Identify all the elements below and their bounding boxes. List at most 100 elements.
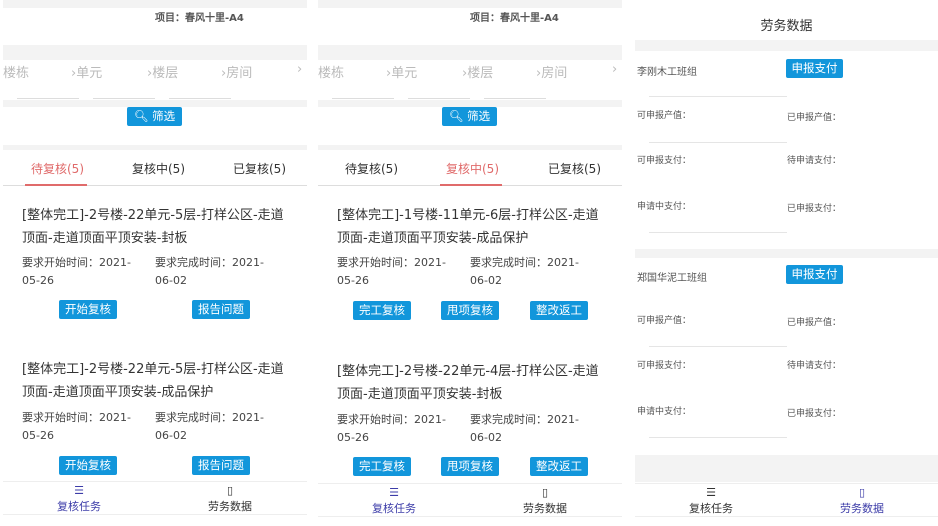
nav-review-tasks[interactable]: ☰ 复核任务 bbox=[29, 484, 129, 514]
end-time: 要求完成时间：2021-06-02 bbox=[155, 409, 280, 445]
crumb-room[interactable]: ›房间 bbox=[221, 62, 252, 81]
end-label: 要求完成时间： bbox=[470, 256, 547, 269]
divider bbox=[649, 437, 787, 438]
completion-review-button[interactable]: 完工复核 bbox=[353, 301, 411, 320]
crumb-floor-label: 楼层 bbox=[467, 66, 494, 81]
completion-review-button[interactable]: 完工复核 bbox=[353, 457, 411, 476]
select-underline bbox=[484, 98, 546, 99]
nav-labor-data[interactable]: ▯ 劳务数据 bbox=[495, 486, 595, 516]
crumb-floor[interactable]: ›楼层 bbox=[462, 62, 493, 81]
crumb-unit[interactable]: ›单元 bbox=[71, 62, 102, 81]
tab-bar: 待复核(5) 复核中(5) 已复核(5) bbox=[3, 150, 307, 186]
screen-labor-data: 劳务数据 李刚木工班组 申报支付 可申报产值： 已申报产值： 可申报支付： 待申… bbox=[635, 0, 938, 526]
project-label: 项目：春风十里-A4 bbox=[470, 13, 559, 24]
crumb-unit[interactable]: ›单元 bbox=[386, 62, 417, 81]
divider bbox=[635, 40, 938, 51]
active-tab-indicator bbox=[440, 184, 502, 186]
report-payment-button[interactable]: 申报支付 bbox=[786, 59, 843, 78]
nav-labor-data[interactable]: ▯ 劳务数据 bbox=[180, 484, 280, 514]
nav-label: 劳务数据 bbox=[840, 502, 884, 515]
select-underline bbox=[17, 98, 79, 99]
tab-in-review[interactable]: 复核中(5) bbox=[132, 160, 185, 177]
divider bbox=[318, 45, 622, 60]
start-review-button[interactable]: 开始复核 bbox=[59, 300, 117, 319]
report-issue-button[interactable]: 报告问题 bbox=[192, 300, 250, 319]
divider bbox=[649, 142, 787, 143]
report-payment-button[interactable]: 申报支付 bbox=[786, 265, 843, 284]
applying-payment-label: 申请中支付： bbox=[637, 407, 692, 417]
crumb-room-label: 房间 bbox=[226, 66, 253, 81]
start-time: 要求开始时间：2021-05-26 bbox=[337, 411, 462, 447]
end-label: 要求完成时间： bbox=[470, 413, 547, 426]
reportable-payment-label: 可申报支付： bbox=[637, 361, 692, 371]
crumb-unit-label: 单元 bbox=[391, 66, 418, 81]
team-name: 李刚木工班组 bbox=[637, 67, 697, 78]
end-time: 要求完成时间：2021-06-02 bbox=[470, 411, 595, 447]
list-icon: ☰ bbox=[389, 486, 399, 499]
start-time: 要求开始时间：2021-05-26 bbox=[22, 409, 147, 445]
filter-label: 筛选 bbox=[152, 109, 176, 123]
report-issue-button[interactable]: 报告问题 bbox=[192, 456, 250, 475]
pending-payment-label: 待申请支付： bbox=[787, 156, 842, 166]
select-underline bbox=[332, 98, 394, 99]
rework-button[interactable]: 整改返工 bbox=[530, 457, 588, 476]
start-label: 要求开始时间： bbox=[22, 411, 99, 424]
divider bbox=[649, 96, 787, 97]
chevron-right-icon: › bbox=[612, 62, 618, 77]
nav-review-tasks[interactable]: ☰ 复核任务 bbox=[661, 486, 761, 516]
divider bbox=[635, 455, 938, 482]
breadcrumb: 楼栋 ›单元 ›楼层 ›房间 › bbox=[3, 62, 307, 81]
crumb-building[interactable]: 楼栋 bbox=[3, 62, 29, 81]
divider bbox=[649, 232, 787, 233]
rework-button[interactable]: 整改返工 bbox=[530, 301, 588, 320]
crumb-room-label: 房间 bbox=[541, 66, 568, 81]
bottom-nav: ☰ 复核任务 ▯ 劳务数据 bbox=[635, 483, 938, 517]
crumb-floor[interactable]: ›楼层 bbox=[147, 62, 178, 81]
select-underline bbox=[169, 98, 231, 99]
divider bbox=[318, 100, 622, 107]
document-icon: ▯ bbox=[226, 484, 234, 497]
select-underline bbox=[408, 98, 470, 99]
tab-in-review[interactable]: 复核中(5) bbox=[446, 160, 499, 177]
search-icon: 🔍︎ bbox=[133, 109, 153, 123]
tab-bar: 待复核(5) 复核中(5) 已复核(5) bbox=[318, 150, 622, 186]
skip-item-review-button[interactable]: 甩项复核 bbox=[441, 457, 499, 476]
tab-reviewed[interactable]: 已复核(5) bbox=[233, 160, 286, 177]
chevron-right-icon: › bbox=[297, 62, 303, 77]
tab-pending[interactable]: 待复核(5) bbox=[31, 160, 84, 177]
page-title: 劳务数据 bbox=[760, 19, 813, 34]
tab-pending[interactable]: 待复核(5) bbox=[345, 160, 398, 177]
document-icon: ▯ bbox=[858, 486, 866, 499]
breadcrumb: 楼栋 ›单元 ›楼层 ›房间 › bbox=[318, 62, 622, 81]
nav-review-tasks[interactable]: ☰ 复核任务 bbox=[344, 486, 444, 516]
crumb-room[interactable]: ›房间 bbox=[536, 62, 567, 81]
reportable-payment-label: 可申报支付： bbox=[637, 156, 692, 166]
start-review-button[interactable]: 开始复核 bbox=[59, 456, 117, 475]
applying-payment-label: 申请中支付： bbox=[637, 202, 692, 212]
tab-reviewed[interactable]: 已复核(5) bbox=[548, 160, 601, 177]
divider bbox=[3, 0, 307, 8]
end-label: 要求完成时间： bbox=[155, 256, 232, 269]
divider bbox=[649, 346, 787, 347]
end-time: 要求完成时间：2021-06-02 bbox=[155, 254, 280, 290]
crumb-building[interactable]: 楼栋 bbox=[318, 62, 344, 81]
skip-item-review-button[interactable]: 甩项复核 bbox=[441, 301, 499, 320]
divider bbox=[3, 100, 307, 107]
nav-labor-data[interactable]: ▯ 劳务数据 bbox=[812, 486, 912, 516]
nav-label: 复核任务 bbox=[372, 502, 416, 515]
start-label: 要求开始时间： bbox=[22, 256, 99, 269]
screen-review-pending: 项目：春风十里-A4 楼栋 ›单元 ›楼层 ›房间 › 🔍︎ 筛选 待复核(5)… bbox=[3, 0, 307, 526]
reported-payment-label: 已申报支付： bbox=[787, 204, 842, 214]
list-icon: ☰ bbox=[74, 484, 84, 497]
pending-payment-label: 待申请支付： bbox=[787, 361, 842, 371]
reported-output-label: 已申报产值： bbox=[787, 113, 842, 123]
end-time: 要求完成时间：2021-06-02 bbox=[470, 254, 595, 290]
filter-button[interactable]: 🔍︎ 筛选 bbox=[442, 107, 497, 126]
active-tab-indicator bbox=[25, 184, 87, 186]
team-name: 郑国华泥工班组 bbox=[637, 273, 707, 284]
filter-button[interactable]: 🔍︎ 筛选 bbox=[127, 107, 182, 126]
divider bbox=[318, 0, 622, 8]
nav-label: 复核任务 bbox=[689, 502, 733, 515]
task-title: [整体完工]-2号楼-22单元-5层-打样公区-走道顶面-走道顶面平顶安装-封板 bbox=[22, 208, 284, 246]
start-time: 要求开始时间：2021-05-26 bbox=[22, 254, 147, 290]
